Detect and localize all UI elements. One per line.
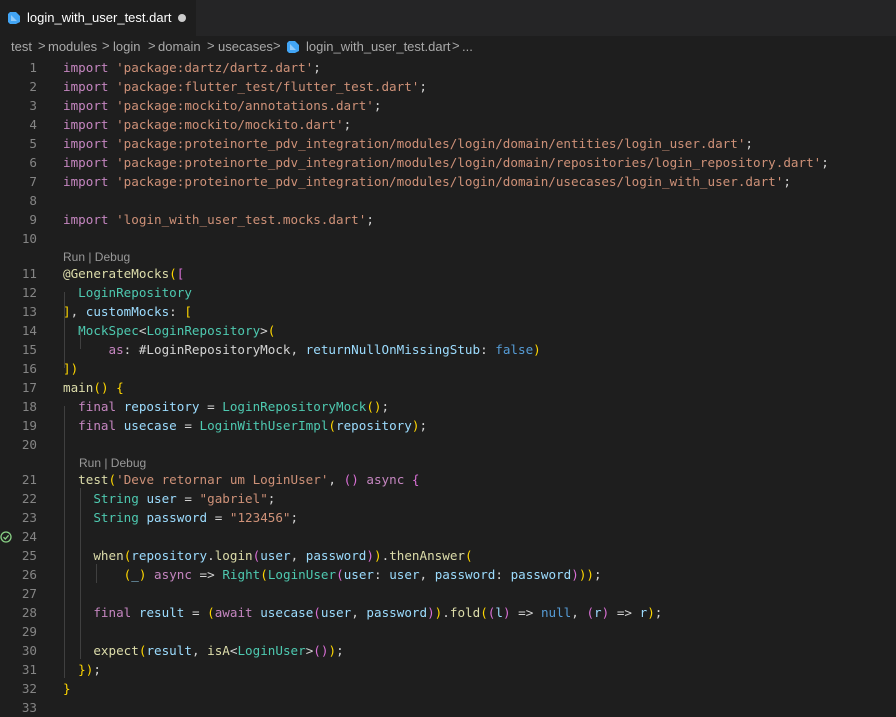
line-number: 15	[21, 342, 37, 357]
line-number: 6	[29, 155, 37, 170]
line-number: 8	[29, 193, 37, 208]
breadcrumb-separator: >	[452, 38, 460, 53]
line-number: 25	[21, 548, 37, 563]
breadcrumb-separator: >	[102, 38, 110, 53]
tab-bar: login_with_user_test.dart	[0, 0, 896, 36]
line-number: 26	[21, 567, 37, 582]
line-number: 3	[29, 98, 37, 113]
code-line: import 'package:flutter_test/flutter_tes…	[63, 79, 427, 94]
breadcrumb-separator: >	[207, 38, 215, 53]
line-number: 5	[29, 136, 37, 151]
code-line: final repository = LoginRepositoryMock()…	[78, 399, 390, 414]
line-number: 21	[21, 472, 37, 487]
breadcrumb-item-file[interactable]: login_with_user_test.dart	[306, 39, 451, 54]
breadcrumb-separator: >	[273, 38, 281, 53]
tab-filename: login_with_user_test.dart	[27, 10, 172, 25]
code-line: import 'package:mockito/annotations.dart…	[63, 98, 382, 113]
code-line: import 'login_with_user_test.mocks.dart'…	[63, 212, 374, 227]
code-line: expect(result, isA<LoginUser>());	[93, 643, 344, 658]
line-number: 2	[29, 79, 37, 94]
breadcrumb-overflow[interactable]: ...	[462, 39, 473, 54]
line-number: 10	[21, 231, 37, 246]
code-line: MockSpec<LoginRepository>(	[78, 323, 276, 338]
dart-file-icon	[8, 12, 20, 24]
code-line: when(repository.login(user, password)).t…	[93, 548, 473, 563]
codelens-run-debug[interactable]: Run | Debug	[63, 249, 130, 265]
code-line: final result = (await usecase(user, pass…	[93, 605, 663, 620]
code-line: import 'package:proteinorte_pdv_integrat…	[63, 136, 753, 151]
line-number: 1	[29, 60, 37, 75]
code-line: ], customMocks: [	[63, 304, 192, 319]
breadcrumb-separator: >	[148, 38, 156, 53]
line-number: 18	[21, 399, 37, 414]
line-number: 27	[21, 586, 37, 601]
code-line: test('Deve retornar um LoginUser', () as…	[78, 472, 420, 487]
line-number: 20	[21, 437, 37, 452]
line-number: 14	[21, 323, 37, 338]
breadcrumb-separator: >	[38, 38, 46, 53]
code-line: });	[78, 662, 101, 677]
line-number: 19	[21, 418, 37, 433]
breadcrumb: test > modules > login > domain > usecas…	[0, 36, 896, 58]
line-number: 22	[21, 491, 37, 506]
breadcrumb-item-login[interactable]: login	[113, 39, 140, 54]
unsaved-indicator-icon[interactable]	[178, 14, 186, 22]
line-number: 4	[29, 117, 37, 132]
line-number: 9	[29, 212, 37, 227]
line-number: 28	[21, 605, 37, 620]
line-number: 32	[21, 681, 37, 696]
code-line: import 'package:proteinorte_pdv_integrat…	[63, 155, 829, 170]
code-line: as: #LoginRepositoryMock, returnNullOnMi…	[108, 342, 541, 357]
code-line: ])	[63, 361, 79, 376]
breadcrumb-item-test[interactable]: test	[11, 39, 32, 54]
line-number: 13	[21, 304, 37, 319]
line-number: 29	[21, 624, 37, 639]
code-line: LoginRepository	[78, 285, 192, 300]
line-number: 16	[21, 361, 37, 376]
code-line: String password = "123456";	[93, 510, 299, 525]
indent-guide	[64, 406, 65, 678]
line-number: 11	[21, 266, 37, 281]
code-line: @GenerateMocks([	[63, 266, 185, 281]
code-line: import 'package:mockito/mockito.dart';	[63, 117, 352, 132]
line-number: 23	[21, 510, 37, 525]
code-line: main() {	[63, 380, 124, 395]
code-line: import 'package:proteinorte_pdv_integrat…	[63, 174, 791, 189]
breadcrumb-item-domain[interactable]: domain	[158, 39, 201, 54]
line-number: 30	[21, 643, 37, 658]
code-line: final usecase = LoginWithUserImpl(reposi…	[78, 418, 428, 433]
line-number: 31	[21, 662, 37, 677]
code-line: import 'package:dartz/dartz.dart';	[63, 60, 321, 75]
line-number: 17	[21, 380, 37, 395]
code-line: String user = "gabriel";	[93, 491, 276, 506]
codelens-run-debug[interactable]: Run | Debug	[79, 455, 146, 471]
breadcrumb-item-usecases[interactable]: usecases	[218, 39, 273, 54]
breadcrumb-item-modules[interactable]: modules	[48, 39, 97, 54]
code-line: }	[63, 681, 71, 696]
code-line: (_) async => Right(LoginUser(user: user,…	[123, 567, 602, 582]
dart-file-icon	[287, 41, 299, 53]
editor-tab[interactable]: login_with_user_test.dart	[0, 0, 196, 36]
line-number: 12	[21, 285, 37, 300]
line-number: 7	[29, 174, 37, 189]
code-editor[interactable]: 1 2 3 4 5 6 7 8 9 10 11 12 13 14 15 16 1…	[0, 58, 896, 715]
test-passed-icon[interactable]	[0, 531, 12, 543]
